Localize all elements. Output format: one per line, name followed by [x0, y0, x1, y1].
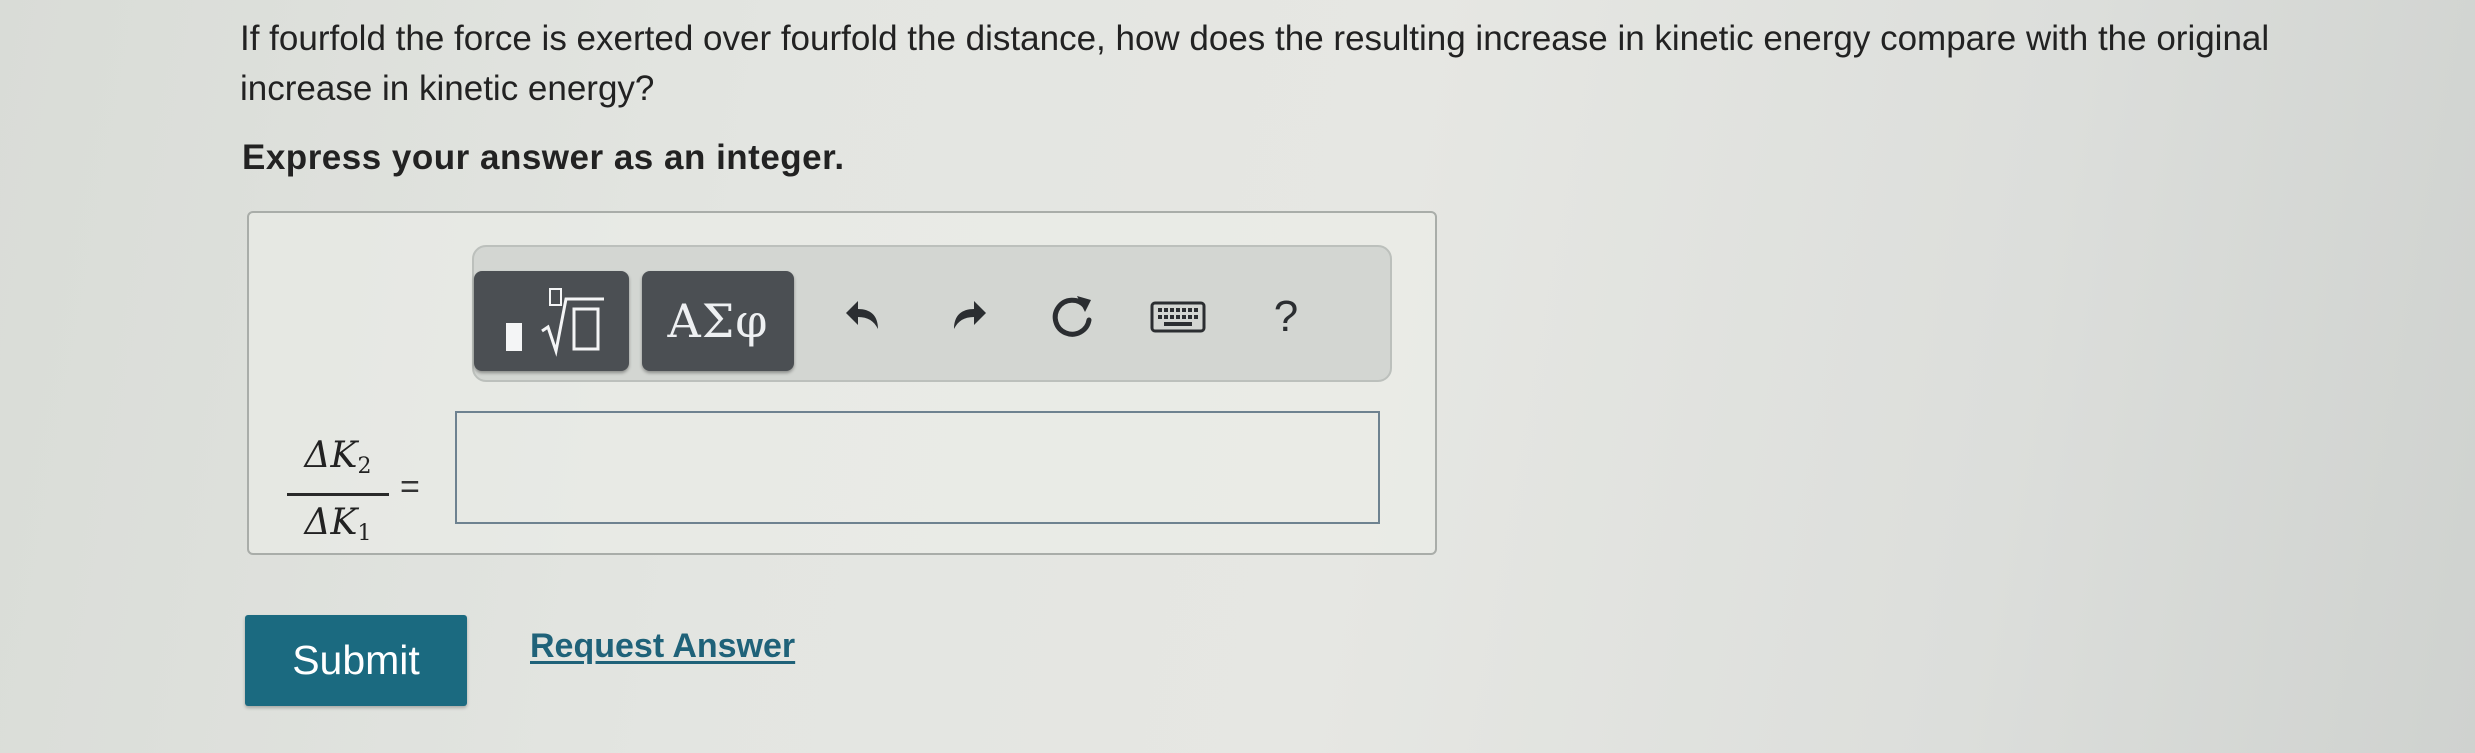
equals-sign: =	[400, 468, 420, 506]
keyboard-icon[interactable]	[1136, 275, 1220, 359]
help-button[interactable]: ?	[1244, 275, 1328, 359]
fraction-numerator: ΔK2	[283, 433, 393, 490]
answer-fraction-label: ΔK2 ΔK1	[283, 433, 393, 557]
symbols-button[interactable]: ΑΣφ	[642, 271, 794, 371]
templates-button[interactable]	[474, 271, 629, 371]
numerator-symbol: ΔK	[304, 435, 358, 476]
numerator-subscript: 2	[357, 454, 372, 479]
redo-icon[interactable]	[926, 275, 1010, 359]
fraction-denominator: ΔK1	[283, 500, 393, 557]
symbols-label: ΑΣφ	[667, 294, 769, 348]
denominator-symbol: ΔK	[304, 502, 358, 543]
help-label: ?	[1273, 292, 1299, 341]
math-toolbar: ΑΣφ ?	[472, 245, 1392, 382]
undo-icon[interactable]	[822, 275, 906, 359]
answer-input[interactable]	[455, 411, 1380, 524]
answer-instruction: Express your answer as an integer.	[242, 138, 845, 177]
fraction-bar	[287, 493, 389, 496]
question-text: If fourfold the force is exerted over fo…	[240, 19, 2270, 108]
request-answer-link[interactable]: Request Answer	[530, 627, 795, 666]
reset-icon[interactable]	[1030, 275, 1114, 359]
denominator-subscript: 1	[357, 521, 372, 546]
fraction-root-template-icon	[505, 288, 604, 357]
submit-button[interactable]: Submit	[245, 615, 467, 706]
